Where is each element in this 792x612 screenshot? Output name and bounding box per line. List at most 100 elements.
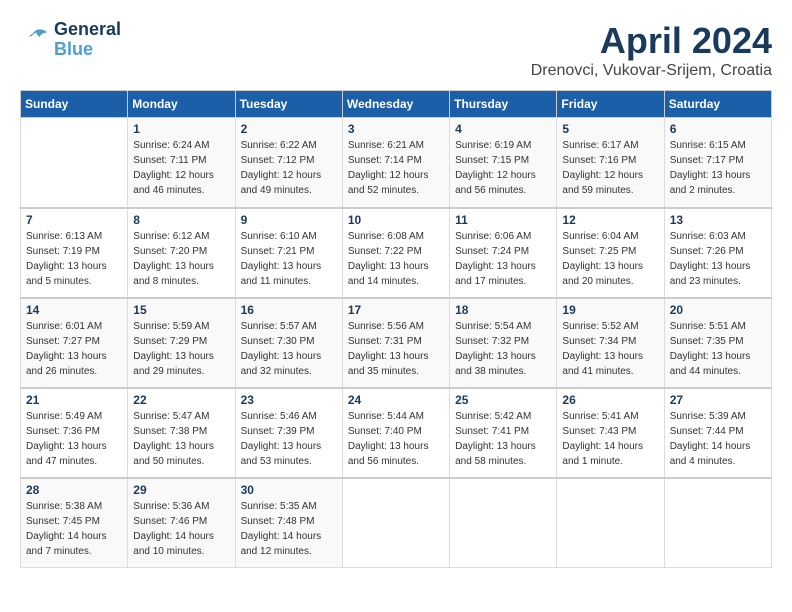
day-info: Sunrise: 6:04 AM Sunset: 7:25 PM Dayligh… xyxy=(562,229,658,289)
day-number: 24 xyxy=(348,393,444,407)
calendar-cell: 21Sunrise: 5:49 AM Sunset: 7:36 PM Dayli… xyxy=(21,388,128,478)
calendar-cell: 16 Sunrise: 5:57 AM Sunset: 7:30 PM Dayli… xyxy=(235,298,342,388)
header-tuesday: Tuesday xyxy=(235,91,342,118)
calendar-cell: 4 Sunrise: 6:19 AM Sunset: 7:15 PM Daylig… xyxy=(450,118,557,208)
header-friday: Friday xyxy=(557,91,664,118)
day-number: 15 xyxy=(133,303,229,317)
calendar-cell: 11 Sunrise: 6:06 AM Sunset: 7:24 PM Dayli… xyxy=(450,208,557,298)
calendar-cell: 22Sunrise: 5:47 AM Sunset: 7:38 PM Dayli… xyxy=(128,388,235,478)
day-number: 26 xyxy=(562,393,658,407)
calendar-cell: 30 Sunrise: 5:35 AM Sunset: 7:48 PM Dayli… xyxy=(235,478,342,568)
day-number: 5 xyxy=(562,122,658,136)
day-info: Sunrise: 5:35 AM Sunset: 7:48 PM Dayligh… xyxy=(241,499,337,559)
calendar-cell: 26 Sunrise: 5:41 AM Sunset: 7:43 PM Dayli… xyxy=(557,388,664,478)
day-number: 4 xyxy=(455,122,551,136)
calendar-cell xyxy=(21,118,128,208)
day-info: Sunrise: 6:03 AM Sunset: 7:26 PM Dayligh… xyxy=(670,229,766,289)
day-info: Sunrise: 5:47 AM Sunset: 7:38 PM Dayligh… xyxy=(133,409,229,469)
day-number: 19 xyxy=(562,303,658,317)
day-number: 23 xyxy=(241,393,337,407)
calendar-cell: 14 Sunrise: 6:01 AM Sunset: 7:27 PM Dayli… xyxy=(21,298,128,388)
calendar-cell: 13 Sunrise: 6:03 AM Sunset: 7:26 PM Dayli… xyxy=(664,208,771,298)
logo-bird-icon xyxy=(20,25,50,55)
day-info: Sunrise: 5:38 AM Sunset: 7:45 PM Dayligh… xyxy=(26,499,122,559)
calendar-cell: 18 Sunrise: 5:54 AM Sunset: 7:32 PM Dayli… xyxy=(450,298,557,388)
calendar-cell: 24Sunrise: 5:44 AM Sunset: 7:40 PM Dayli… xyxy=(342,388,449,478)
title-block: April 2024 Drenovci, Vukovar-Srijem, Cro… xyxy=(531,20,772,80)
day-info: Sunrise: 6:24 AM Sunset: 7:11 PM Dayligh… xyxy=(133,138,229,198)
calendar-cell: 12 Sunrise: 6:04 AM Sunset: 7:25 PM Dayli… xyxy=(557,208,664,298)
calendar-cell xyxy=(450,478,557,568)
header-monday: Monday xyxy=(128,91,235,118)
day-info: Sunrise: 6:15 AM Sunset: 7:17 PM Dayligh… xyxy=(670,138,766,198)
day-number: 29 xyxy=(133,483,229,497)
day-number: 20 xyxy=(670,303,766,317)
day-number: 7 xyxy=(26,213,122,227)
calendar-week-row: 14 Sunrise: 6:01 AM Sunset: 7:27 PM Dayli… xyxy=(21,298,772,388)
calendar-week-row: 28 Sunrise: 5:38 AM Sunset: 7:45 PM Dayli… xyxy=(21,478,772,568)
day-number: 12 xyxy=(562,213,658,227)
day-number: 27 xyxy=(670,393,766,407)
calendar-cell: 25 Sunrise: 5:42 AM Sunset: 7:41 PM Dayli… xyxy=(450,388,557,478)
calendar-cell: 17 Sunrise: 5:56 AM Sunset: 7:31 PM Dayli… xyxy=(342,298,449,388)
day-number: 1 xyxy=(133,122,229,136)
day-info: Sunrise: 6:01 AM Sunset: 7:27 PM Dayligh… xyxy=(26,319,122,379)
day-info: Sunrise: 5:46 AM Sunset: 7:39 PM Dayligh… xyxy=(241,409,337,469)
day-number: 28 xyxy=(26,483,122,497)
header-thursday: Thursday xyxy=(450,91,557,118)
day-info: Sunrise: 6:21 AM Sunset: 7:14 PM Dayligh… xyxy=(348,138,444,198)
calendar-cell: 3 Sunrise: 6:21 AM Sunset: 7:14 PM Daylig… xyxy=(342,118,449,208)
header-sunday: Sunday xyxy=(21,91,128,118)
calendar-cell xyxy=(664,478,771,568)
calendar-cell: 6Sunrise: 6:15 AM Sunset: 7:17 PM Daylig… xyxy=(664,118,771,208)
day-info: Sunrise: 6:19 AM Sunset: 7:15 PM Dayligh… xyxy=(455,138,551,198)
calendar-cell: 23 Sunrise: 5:46 AM Sunset: 7:39 PM Dayli… xyxy=(235,388,342,478)
page-header: General Blue April 2024 Drenovci, Vukova… xyxy=(20,20,772,80)
day-number: 13 xyxy=(670,213,766,227)
calendar-cell: 2Sunrise: 6:22 AM Sunset: 7:12 PM Daylig… xyxy=(235,118,342,208)
day-number: 25 xyxy=(455,393,551,407)
day-info: Sunrise: 6:10 AM Sunset: 7:21 PM Dayligh… xyxy=(241,229,337,289)
day-info: Sunrise: 5:56 AM Sunset: 7:31 PM Dayligh… xyxy=(348,319,444,379)
day-number: 17 xyxy=(348,303,444,317)
day-number: 14 xyxy=(26,303,122,317)
day-info: Sunrise: 5:36 AM Sunset: 7:46 PM Dayligh… xyxy=(133,499,229,559)
day-number: 2 xyxy=(241,122,337,136)
day-number: 18 xyxy=(455,303,551,317)
logo: General Blue xyxy=(20,20,121,60)
calendar-cell: 29 Sunrise: 5:36 AM Sunset: 7:46 PM Dayli… xyxy=(128,478,235,568)
day-info: Sunrise: 5:42 AM Sunset: 7:41 PM Dayligh… xyxy=(455,409,551,469)
day-info: Sunrise: 5:41 AM Sunset: 7:43 PM Dayligh… xyxy=(562,409,658,469)
day-info: Sunrise: 5:39 AM Sunset: 7:44 PM Dayligh… xyxy=(670,409,766,469)
day-info: Sunrise: 6:13 AM Sunset: 7:19 PM Dayligh… xyxy=(26,229,122,289)
calendar-week-row: 1 Sunrise: 6:24 AM Sunset: 7:11 PM Daylig… xyxy=(21,118,772,208)
calendar-week-row: 7 Sunrise: 6:13 AM Sunset: 7:19 PM Daylig… xyxy=(21,208,772,298)
day-info: Sunrise: 5:54 AM Sunset: 7:32 PM Dayligh… xyxy=(455,319,551,379)
calendar-cell: 27 Sunrise: 5:39 AM Sunset: 7:44 PM Dayli… xyxy=(664,388,771,478)
day-number: 8 xyxy=(133,213,229,227)
day-info: Sunrise: 6:06 AM Sunset: 7:24 PM Dayligh… xyxy=(455,229,551,289)
calendar-cell: 19Sunrise: 5:52 AM Sunset: 7:34 PM Dayli… xyxy=(557,298,664,388)
calendar-cell xyxy=(342,478,449,568)
page-title: April 2024 xyxy=(531,20,772,62)
calendar-cell: 10Sunrise: 6:08 AM Sunset: 7:22 PM Dayli… xyxy=(342,208,449,298)
day-number: 9 xyxy=(241,213,337,227)
calendar-week-row: 21Sunrise: 5:49 AM Sunset: 7:36 PM Dayli… xyxy=(21,388,772,478)
day-info: Sunrise: 5:57 AM Sunset: 7:30 PM Dayligh… xyxy=(241,319,337,379)
calendar-cell: 5Sunrise: 6:17 AM Sunset: 7:16 PM Daylig… xyxy=(557,118,664,208)
day-number: 11 xyxy=(455,213,551,227)
day-number: 16 xyxy=(241,303,337,317)
header-row: SundayMondayTuesdayWednesdayThursdayFrid… xyxy=(21,91,772,118)
day-number: 3 xyxy=(348,122,444,136)
calendar-cell: 9 Sunrise: 6:10 AM Sunset: 7:21 PM Daylig… xyxy=(235,208,342,298)
day-info: Sunrise: 6:08 AM Sunset: 7:22 PM Dayligh… xyxy=(348,229,444,289)
calendar-table: SundayMondayTuesdayWednesdayThursdayFrid… xyxy=(20,90,772,568)
calendar-cell: 15Sunrise: 5:59 AM Sunset: 7:29 PM Dayli… xyxy=(128,298,235,388)
day-info: Sunrise: 6:12 AM Sunset: 7:20 PM Dayligh… xyxy=(133,229,229,289)
calendar-cell xyxy=(557,478,664,568)
day-number: 30 xyxy=(241,483,337,497)
logo-text: General Blue xyxy=(54,20,121,60)
calendar-cell: 20Sunrise: 5:51 AM Sunset: 7:35 PM Dayli… xyxy=(664,298,771,388)
page-subtitle: Drenovci, Vukovar-Srijem, Croatia xyxy=(531,62,772,80)
day-info: Sunrise: 5:49 AM Sunset: 7:36 PM Dayligh… xyxy=(26,409,122,469)
